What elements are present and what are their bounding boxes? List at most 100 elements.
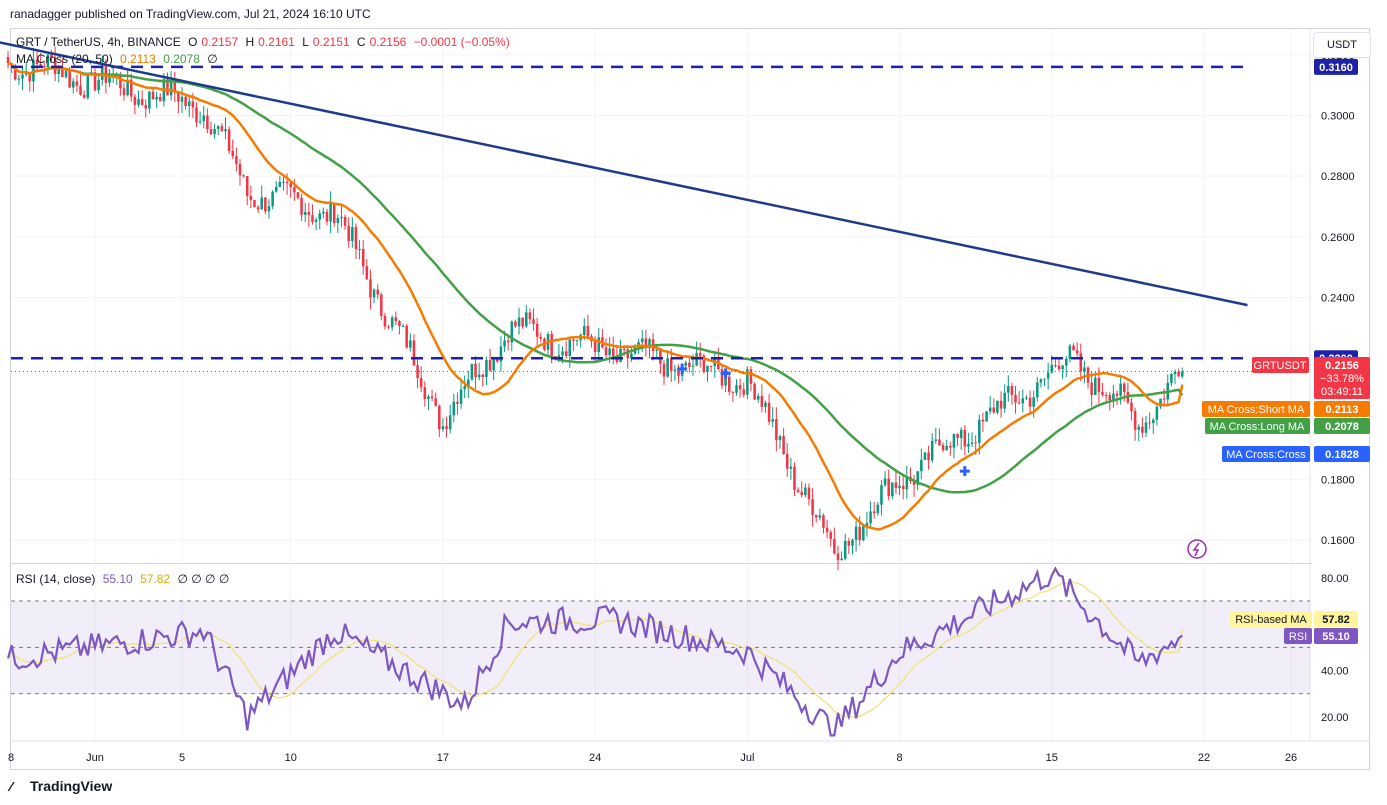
candle-body <box>354 227 358 250</box>
ma-legend[interactable]: MA Cross (20, 50) 0.2113 0.2078 ∅ <box>16 52 222 66</box>
candle-body <box>303 211 307 215</box>
candle-body <box>938 439 941 445</box>
candle-body <box>992 407 996 413</box>
candle-body <box>412 340 416 366</box>
candle-body <box>974 442 977 444</box>
candle-body <box>227 129 231 152</box>
level-high-label: 0.3160 <box>1319 62 1353 74</box>
candle-body <box>463 386 466 390</box>
candle-body <box>901 485 905 490</box>
candle-body <box>122 88 126 96</box>
candle-body <box>1151 419 1155 424</box>
candle-body <box>68 70 71 88</box>
candle-body <box>216 126 220 129</box>
footer-brand[interactable]: ⁄⁄ TradingView <box>10 778 112 794</box>
candle-body <box>1115 393 1119 396</box>
price-tick-label: 0.3000 <box>1321 110 1355 122</box>
candle-body <box>612 348 615 356</box>
candle-body <box>300 197 303 215</box>
candle-body <box>97 79 100 91</box>
candle-body <box>952 433 956 448</box>
candle-body <box>1090 382 1093 395</box>
candle-body <box>180 96 184 102</box>
candle-body <box>789 466 793 469</box>
candle-body <box>64 70 68 78</box>
candle-body <box>767 402 771 422</box>
candle-body <box>267 206 271 212</box>
candle-body <box>249 195 253 201</box>
candle-body <box>253 200 256 208</box>
candle-body <box>996 400 999 413</box>
candle-body <box>880 485 883 505</box>
ma-cross-value: ∅ <box>207 52 218 66</box>
candle-body <box>898 485 901 489</box>
candle-body <box>318 213 321 220</box>
candle-body <box>231 151 235 157</box>
candle-body <box>474 363 477 378</box>
candle-body <box>514 321 517 327</box>
currency-button[interactable]: USDT <box>1313 32 1371 58</box>
price-tick-label: 0.2400 <box>1321 293 1355 305</box>
legend-symbol[interactable]: GRT / TetherUS, 4h, BINANCE <box>16 35 181 49</box>
alert-icon <box>1187 539 1207 559</box>
rsi-legend-name: RSI (14, close) <box>16 572 96 586</box>
ma-long-value-label: 0.2078 <box>1325 421 1359 433</box>
candle-body <box>1170 374 1173 383</box>
candle-body <box>477 374 481 378</box>
candle-body <box>833 538 836 554</box>
candle-body <box>430 396 434 399</box>
candle-body <box>427 396 430 400</box>
candle-body <box>999 400 1003 409</box>
candle-body <box>840 558 843 561</box>
candle-body <box>264 197 267 212</box>
chart-canvas[interactable]: 0.32000.30000.28000.26000.24000.22000.18… <box>0 0 1387 805</box>
candle-body <box>568 339 572 357</box>
candle-body <box>293 187 296 193</box>
candle-body <box>927 452 930 461</box>
candle-body <box>452 401 456 416</box>
rsi-legend[interactable]: RSI (14, close) 55.10 57.82 ∅ ∅ ∅ ∅ <box>16 572 233 586</box>
candle-body <box>949 445 952 448</box>
candle-body <box>151 91 155 100</box>
candle-body <box>213 128 216 135</box>
candle-body <box>593 341 597 353</box>
candle-body <box>854 526 858 540</box>
candle-body <box>811 499 814 515</box>
open-value: 0.2157 <box>201 35 239 49</box>
candle-body <box>691 365 695 367</box>
rsi-ma-value: 57.82 <box>140 572 171 586</box>
candle-body <box>419 378 423 388</box>
candle-body <box>561 351 564 356</box>
ma-legend-name: MA Cross (20, 50) <box>16 52 113 66</box>
candle-body <box>622 349 626 351</box>
candle-body <box>727 376 731 392</box>
candle-body <box>753 383 756 400</box>
rsi-extra-values: ∅ ∅ ∅ ∅ <box>177 572 230 586</box>
candle-body <box>416 365 419 379</box>
candle-body <box>296 192 300 198</box>
ma-short-value: 0.2113 <box>120 52 156 66</box>
candle-body <box>981 419 985 422</box>
candle-body <box>372 289 376 298</box>
candle-body <box>140 99 144 105</box>
change-value: −0.0001 (−0.05%) <box>413 35 510 49</box>
candle-body <box>387 326 390 328</box>
candle-body <box>365 266 369 280</box>
candle-body <box>572 339 575 341</box>
candle-body <box>771 419 774 422</box>
candle-body <box>988 407 992 412</box>
candle-body <box>43 65 46 68</box>
time-tick-label: 8 <box>897 752 903 764</box>
candle-body <box>224 129 227 132</box>
candle-body <box>941 444 945 451</box>
rsi-value-label: 55.10 <box>1322 631 1350 643</box>
candle-body <box>836 553 840 561</box>
candle-body <box>517 317 521 327</box>
candle-body <box>1072 345 1075 351</box>
candle-body <box>894 482 898 489</box>
candle-body <box>311 215 314 222</box>
candle-body <box>698 352 702 356</box>
close-value: 0.2156 <box>369 35 407 49</box>
candle-body <box>169 80 173 96</box>
candle-body <box>673 369 677 371</box>
